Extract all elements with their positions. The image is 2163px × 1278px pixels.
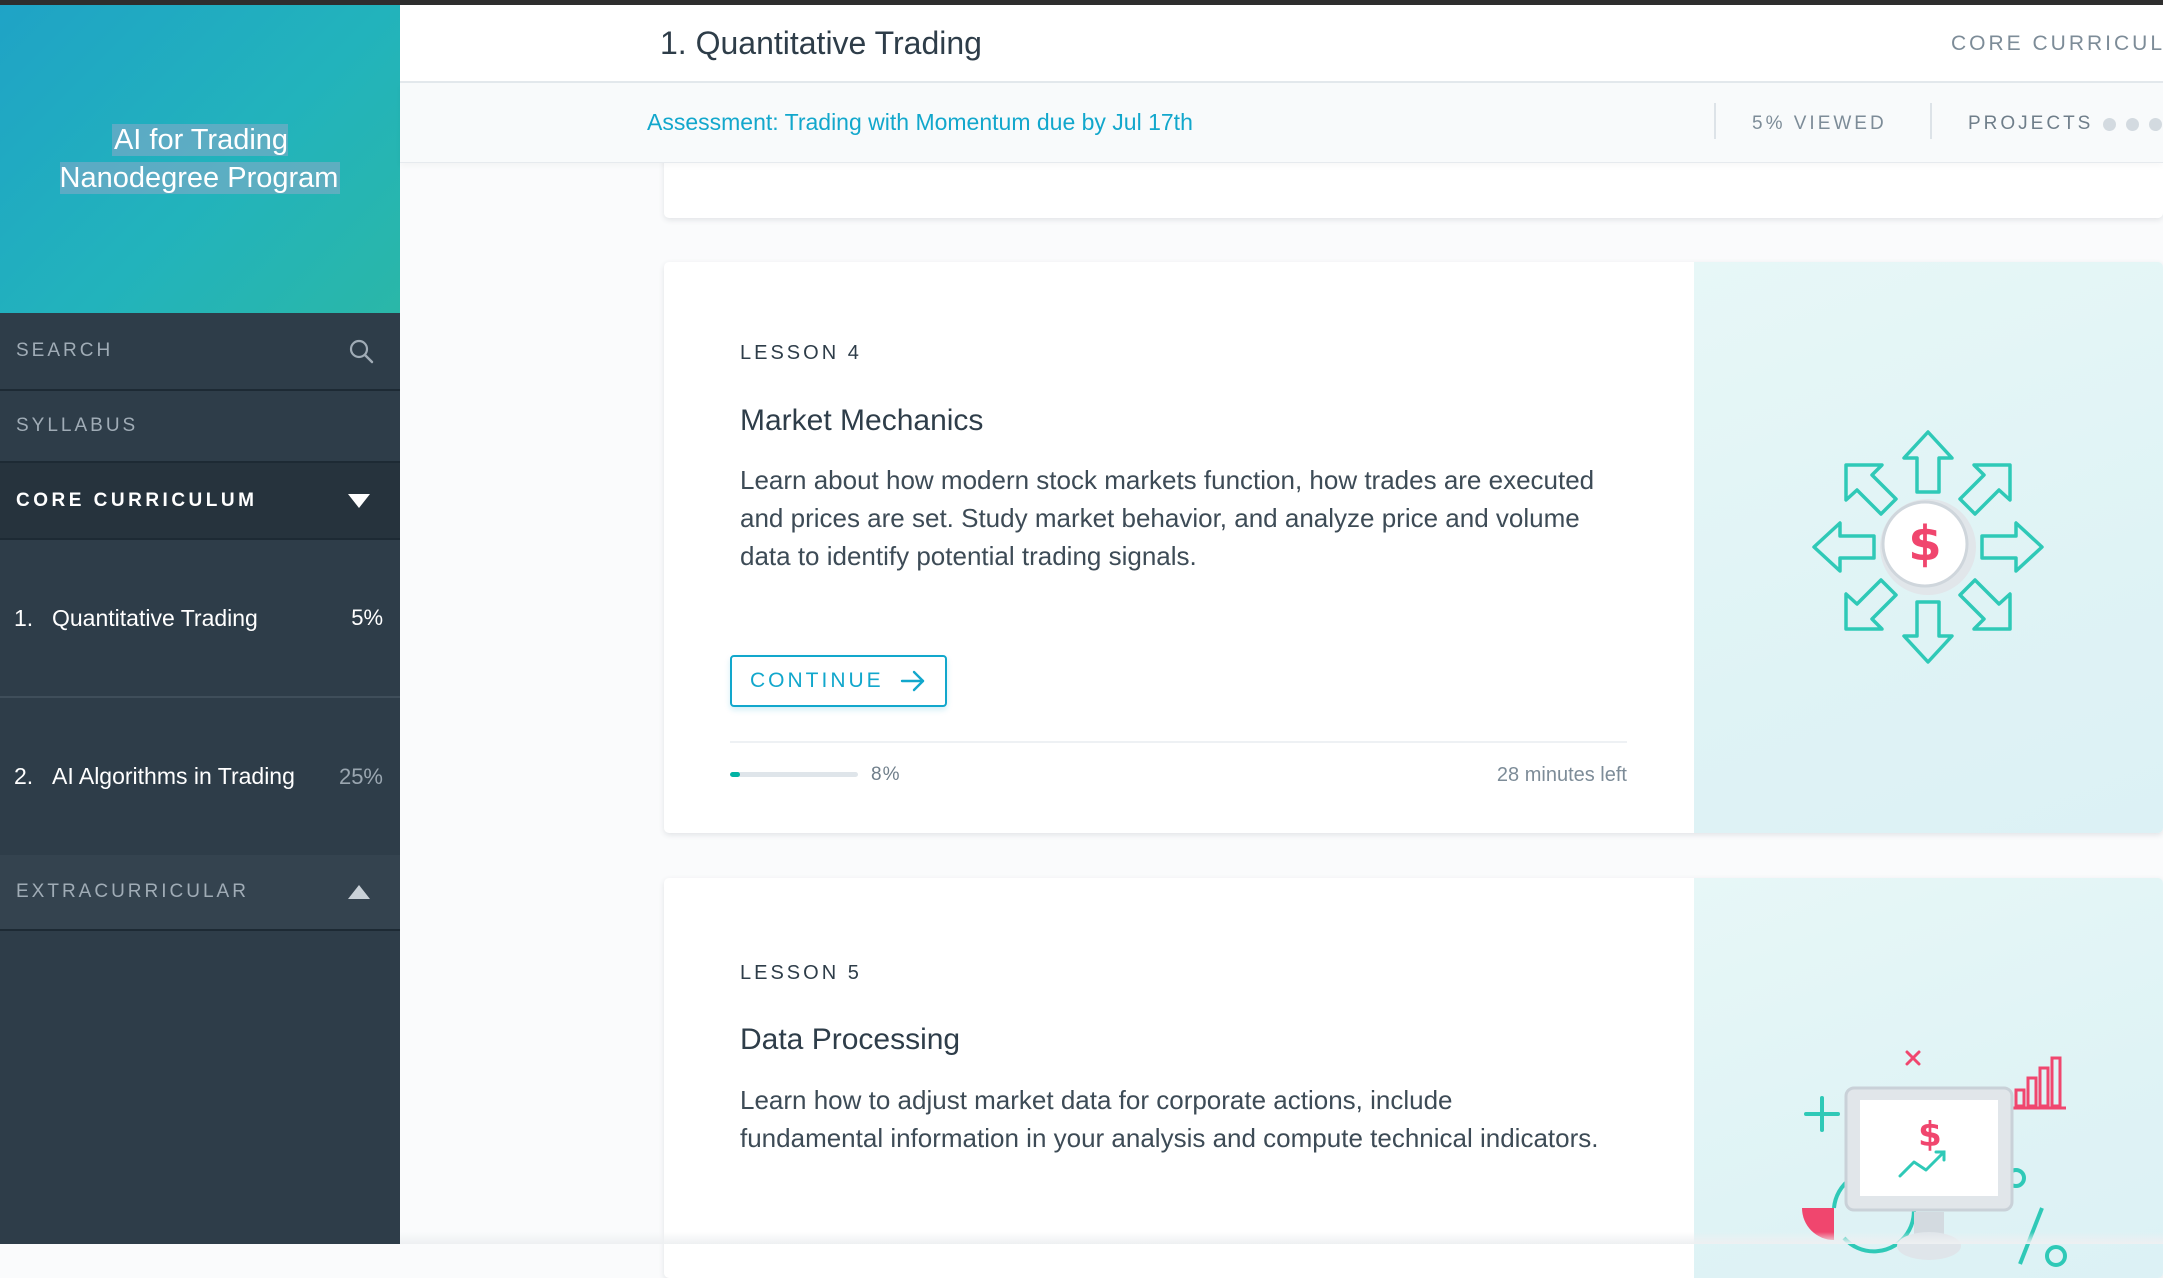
svg-text:$: $ bbox=[1918, 1115, 1942, 1155]
program-title[interactable]: AI for Trading Nanodegree Program bbox=[30, 121, 370, 197]
sidebar-header: AI for Trading Nanodegree Program bbox=[0, 5, 400, 313]
progress-percent: 8% bbox=[871, 764, 901, 785]
projects-progress[interactable]: PROJECTS bbox=[1968, 113, 2163, 135]
projects-label: PROJECTS bbox=[1968, 113, 2094, 134]
progress-fill bbox=[730, 772, 741, 777]
lesson-art-panel: $ bbox=[1694, 878, 2163, 1278]
extracurricular-toggle[interactable]: EXTRACURRICULAR bbox=[0, 855, 400, 931]
lesson-title: Data Processing bbox=[740, 1023, 961, 1056]
lesson-label: LESSON 5 bbox=[740, 962, 862, 984]
sidebar: AI for Trading Nanodegree Program SEARCH… bbox=[0, 5, 400, 1244]
lesson-title: AI Algorithms in Trading bbox=[52, 763, 295, 789]
caret-up-icon bbox=[348, 885, 370, 899]
core-curriculum-toggle[interactable]: CORE CURRICULUM bbox=[0, 463, 400, 540]
core-curriculum-label: CORE CURRICULUM bbox=[16, 489, 258, 511]
lesson-description: Learn about how modern stock markets fun… bbox=[740, 465, 1595, 571]
syllabus-label: SYLLABUS bbox=[16, 415, 139, 436]
search-label: SEARCH bbox=[16, 340, 114, 361]
lesson-number: 1. bbox=[14, 604, 34, 631]
lesson-progress-bar bbox=[730, 772, 858, 777]
search-row[interactable]: SEARCH bbox=[0, 313, 400, 391]
market-arrows-dollar-icon: $ bbox=[1812, 430, 2044, 664]
time-left: 28 minutes left bbox=[1496, 764, 1627, 786]
top-header: 1. Quantitative Trading CORE CURRICULUM bbox=[400, 5, 2163, 83]
lesson-percent: 5% bbox=[351, 605, 383, 630]
svg-text:$: $ bbox=[1908, 516, 1941, 572]
sidebar-lesson-ai-algorithms[interactable]: 2. AI Algorithms in Trading 25% bbox=[0, 698, 400, 855]
bottom-fade bbox=[400, 1232, 2163, 1244]
arrow-right-icon bbox=[900, 670, 926, 692]
sidebar-lesson-quantitative-trading[interactable]: 1. Quantitative Trading 5% bbox=[0, 540, 400, 698]
search-icon[interactable] bbox=[348, 338, 374, 364]
continue-button[interactable]: CONTINUE bbox=[730, 655, 947, 707]
window-top-strip bbox=[0, 0, 2163, 5]
continue-label: CONTINUE bbox=[750, 669, 884, 692]
project-dot bbox=[2103, 117, 2117, 131]
project-dot bbox=[2149, 117, 2163, 131]
lesson-card-5: LESSON 5 Data Processing Learn how to ad… bbox=[664, 878, 2163, 1278]
extracurricular-label: EXTRACURRICULAR bbox=[16, 881, 249, 902]
lesson-number: 2. bbox=[14, 763, 34, 789]
lesson-title: Market Mechanics bbox=[740, 404, 984, 437]
divider bbox=[1714, 103, 1716, 139]
lesson-percent: 25% bbox=[338, 763, 383, 789]
caret-down-icon bbox=[348, 493, 370, 508]
header-section-link[interactable]: CORE CURRICULUM bbox=[1951, 32, 2163, 56]
project-dot bbox=[2126, 117, 2140, 131]
card-divider bbox=[730, 741, 1627, 743]
assessment-link[interactable]: Assessment: Trading with Momentum due by… bbox=[647, 109, 1193, 136]
divider bbox=[1930, 103, 1932, 139]
monitor-chart-dollar-icon: $ bbox=[1802, 1050, 2067, 1267]
subheader: Assessment: Trading with Momentum due by… bbox=[400, 83, 2163, 163]
lesson-description: Learn how to adjust market data for corp… bbox=[740, 1085, 1599, 1153]
syllabus-row[interactable]: SYLLABUS bbox=[0, 391, 400, 463]
lesson-title: Quantitative Trading bbox=[52, 604, 258, 631]
page-title: 1. Quantitative Trading bbox=[660, 25, 982, 61]
lesson-label: LESSON 4 bbox=[740, 342, 862, 364]
viewed-status: 5% VIEWED bbox=[1752, 113, 1887, 134]
lesson-card-4: LESSON 4 Market Mechanics Learn about ho… bbox=[664, 262, 2163, 833]
lesson-art-panel: $ bbox=[1694, 262, 2163, 833]
